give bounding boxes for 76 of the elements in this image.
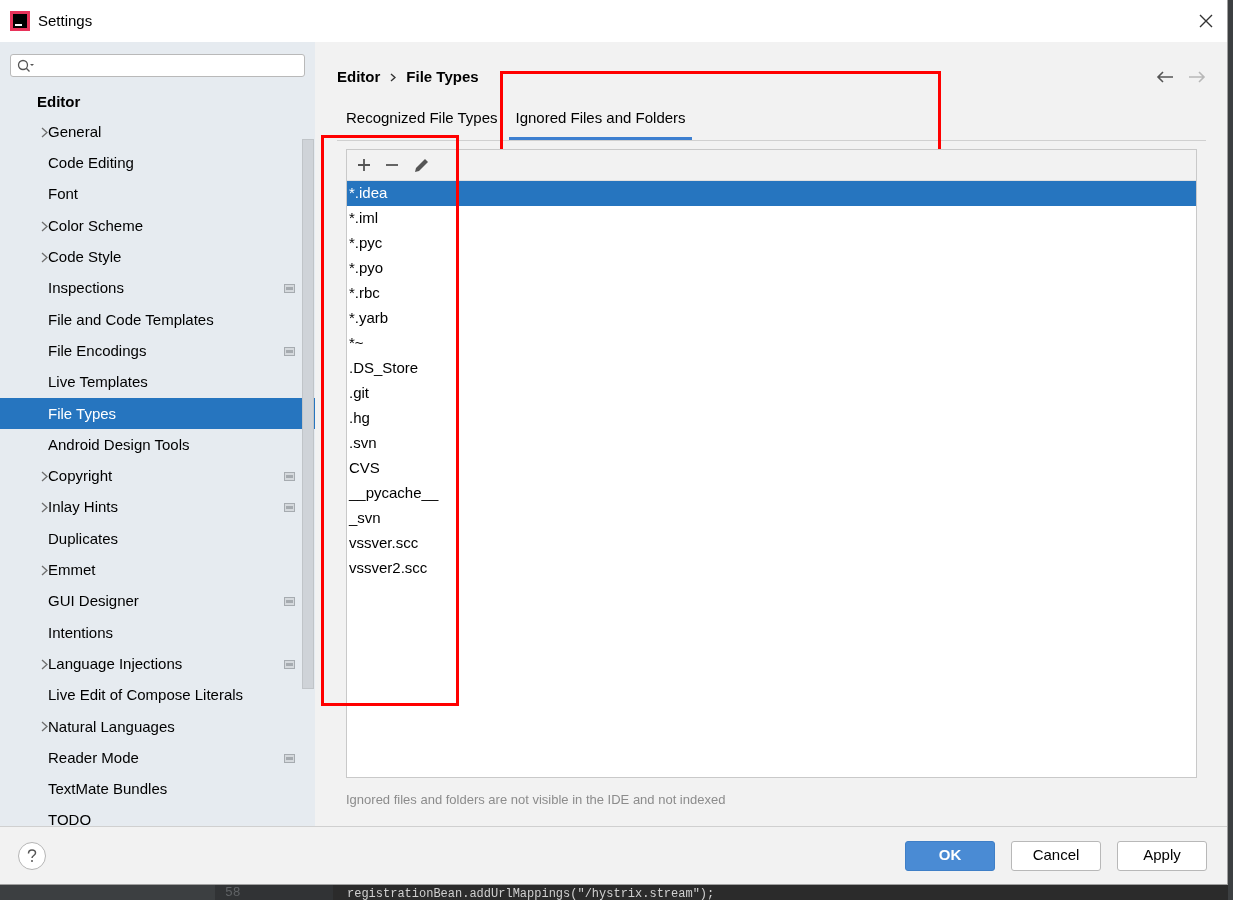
project-scope-icon [284,471,295,481]
sidebar-item[interactable]: File Encodings [0,335,315,367]
list-item[interactable]: *.rbc [347,281,1196,306]
list-item[interactable]: .svn [347,431,1196,456]
list-item[interactable]: .git [347,381,1196,406]
chevron-right-icon[interactable] [41,470,48,482]
search-field[interactable] [10,54,305,77]
sidebar-item[interactable]: Intentions [0,617,315,649]
app-logo-icon [10,11,30,31]
chevron-right-icon[interactable] [41,564,48,576]
sidebar-item[interactable]: Font [0,179,315,211]
project-scope-icon [284,659,295,669]
dialog-button[interactable]: OK [905,840,995,871]
section-title: Editor [36,92,82,112]
tab[interactable]: Ignored Files and Folders [509,107,692,140]
breadcrumb-item[interactable]: Editor [337,65,381,89]
tab[interactable]: Recognized File Types [340,107,504,140]
sidebar-item[interactable]: General [0,116,315,148]
sidebar-item[interactable]: Code Editing [0,147,315,180]
sidebar-item[interactable]: File and Code Templates [0,304,315,336]
sidebar-item[interactable]: Emmet [0,554,315,586]
list-item[interactable]: *.pyc [347,231,1196,256]
sidebar-item[interactable]: Inlay Hints [0,492,315,524]
list-item[interactable]: .hg [347,406,1196,431]
sidebar-item[interactable]: TODO [0,805,315,837]
edit-pencil-icon[interactable] [413,156,431,174]
list-item[interactable]: vssver2.scc [347,556,1196,581]
code-line: registrationBean.addUrlMappings("/hystrix.stream"); [347,887,715,900]
sidebar-item[interactable]: Duplicates [0,523,315,555]
project-scope-icon [284,346,295,356]
sidebar-item[interactable]: Language Injections [0,648,315,680]
dialog-button[interactable]: Apply [1117,840,1207,871]
chevron-right-icon[interactable] [41,721,48,733]
sidebar-item[interactable]: Color Scheme [0,210,315,242]
chevron-right-icon[interactable] [41,658,48,670]
list-item[interactable]: *.yarb [347,306,1196,331]
dialog-button[interactable]: Cancel [1011,840,1101,871]
project-scope-icon [284,503,295,513]
chevron-right-icon[interactable] [41,251,48,263]
sidebar-item[interactable]: File Types [0,398,315,430]
sidebar-item[interactable]: Reader Mode [0,742,315,774]
sidebar-item[interactable]: Natural Languages [0,711,315,743]
sidebar-item[interactable]: Live Templates [0,366,315,399]
project-scope-icon [284,753,295,763]
chevron-right-icon[interactable] [41,220,48,232]
hint-text: Ignored files and folders are not visible in the IDE and not indexed [346,791,727,809]
question-mark-icon [27,848,37,863]
list-item[interactable]: *~ [347,331,1196,356]
list-item[interactable]: __pycache__ [347,481,1196,506]
breadcrumb-item[interactable]: File Types [406,65,479,89]
scrollbar[interactable] [302,139,314,689]
list-item[interactable]: *.pyo [347,256,1196,281]
chevron-right-icon[interactable] [41,126,48,138]
breadcrumb-separator-icon [390,72,397,82]
list-item[interactable]: .DS_Store [347,356,1196,381]
sidebar-item[interactable]: Copyright [0,460,315,493]
list-item[interactable]: CVS [347,456,1196,481]
help-button[interactable] [18,841,46,870]
chevron-right-icon[interactable] [41,502,48,514]
search-icon [17,58,35,73]
back-arrow-icon[interactable] [1156,70,1174,84]
sidebar-item[interactable]: Code Style [0,241,315,273]
list-item[interactable]: *.idea [347,181,1196,206]
close-icon[interactable] [1199,14,1213,28]
list-item[interactable]: _svn [347,506,1196,531]
window-title: Settings [38,10,93,31]
project-scope-icon [284,597,295,607]
add-icon[interactable] [357,158,371,172]
sidebar-item[interactable]: Inspections [0,273,315,305]
project-scope-icon [284,284,295,294]
list-item[interactable]: *.iml [347,206,1196,231]
sidebar-item[interactable]: Android Design Tools [0,429,315,461]
sidebar-item[interactable]: Live Edit of Compose Literals [0,679,315,712]
list-item[interactable]: vssver.scc [347,531,1196,556]
sidebar-item[interactable]: GUI Designer [0,585,315,618]
sidebar-item[interactable]: TextMate Bundles [0,773,315,806]
